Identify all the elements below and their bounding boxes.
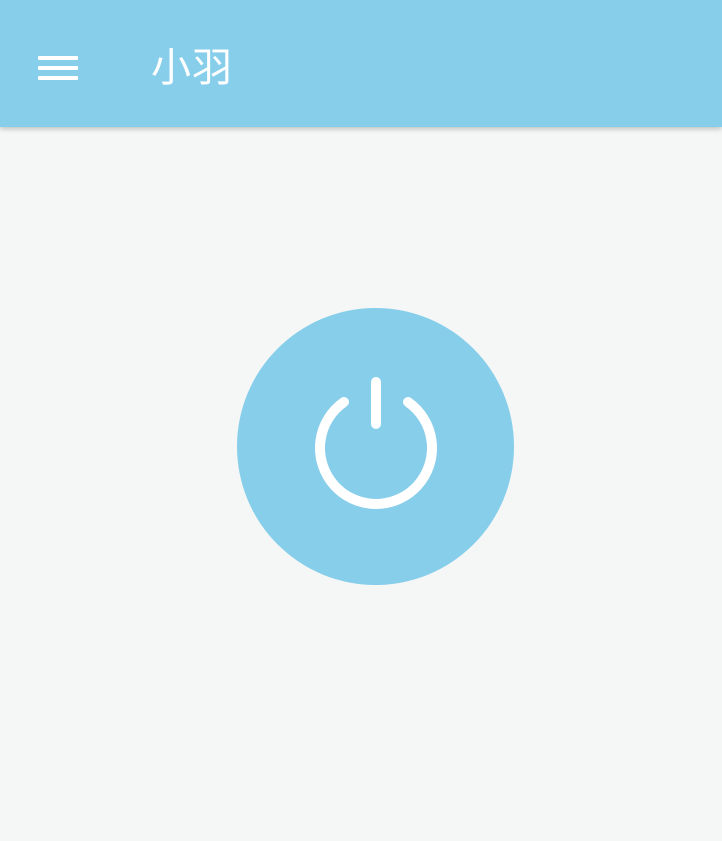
app-title: 小羽 (151, 45, 233, 91)
power-icon (314, 376, 437, 509)
power-button[interactable] (237, 308, 514, 585)
hamburger-menu-icon (38, 56, 78, 80)
menu-button[interactable] (30, 44, 86, 92)
app-bar: 小羽 (0, 0, 722, 127)
